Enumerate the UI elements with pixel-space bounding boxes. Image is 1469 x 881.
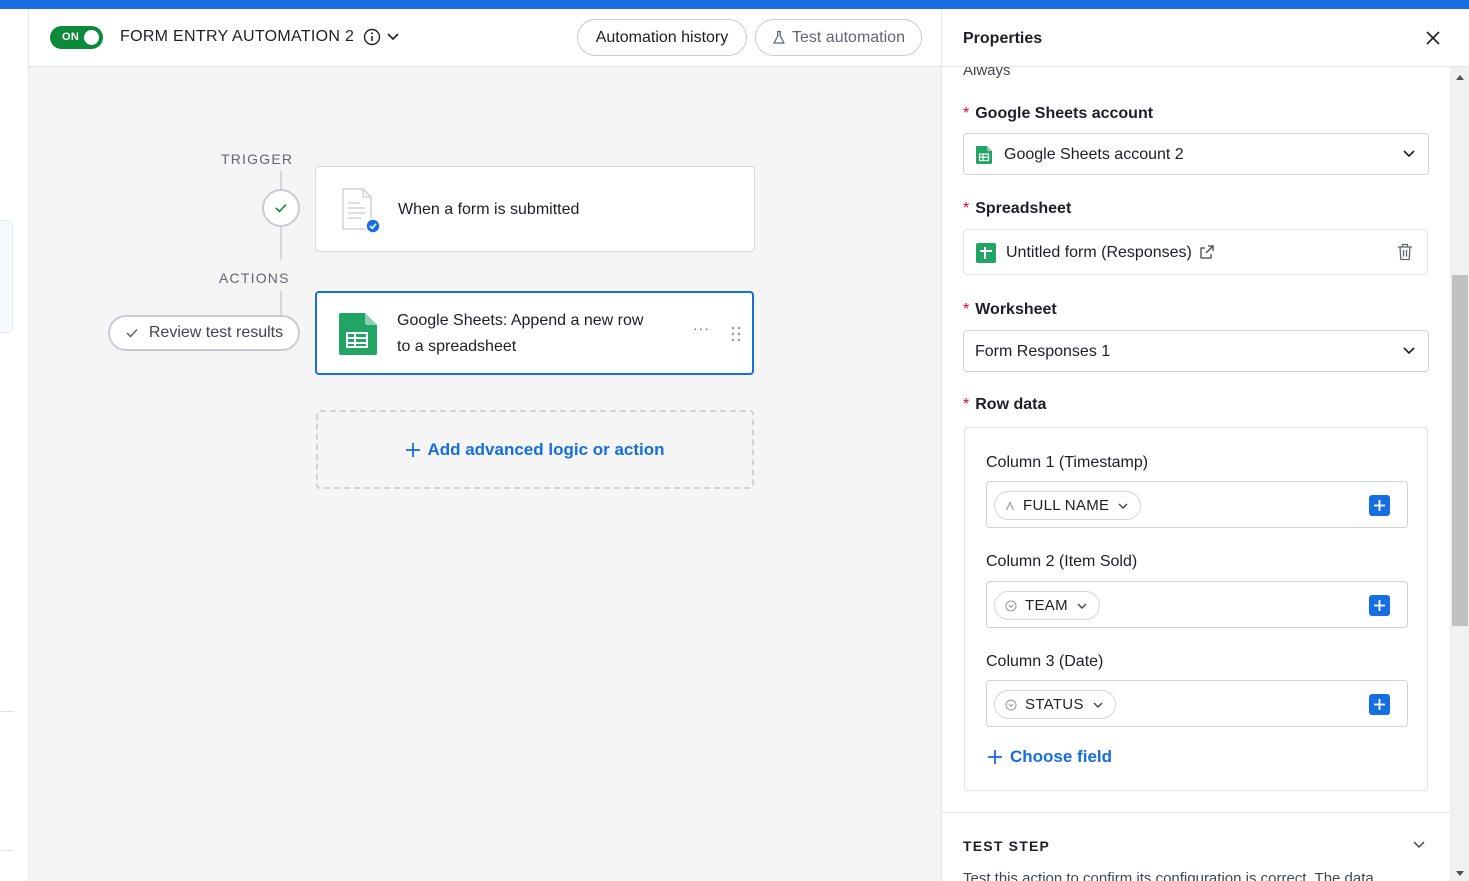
row-data-label: * Row data [963, 396, 1047, 413]
column-label: Column 3 (Date) [986, 653, 1104, 670]
test-step-section[interactable]: TEST STEP Test this action to confirm it… [942, 812, 1450, 881]
column-mapping-field[interactable]: STATUS [986, 680, 1408, 727]
insert-field-button[interactable] [1369, 495, 1390, 516]
rail-divider [0, 711, 14, 712]
add-advanced-logic-button[interactable]: Add advanced logic or action [316, 410, 754, 489]
automation-history-label: Automation history [595, 28, 729, 46]
worksheet-label: * Worksheet [963, 301, 1057, 318]
close-icon[interactable] [1424, 29, 1442, 47]
properties-panel: Always * Google Sheets account Google She… [941, 9, 1469, 881]
action-card-title-line1: Google Sheets: Append a new row [397, 312, 644, 329]
left-rail [0, 9, 29, 881]
toggle-knob [84, 30, 99, 45]
choose-field-button[interactable]: Choose field [987, 747, 1112, 767]
toggle-label: ON [62, 31, 80, 43]
column-label: Column 1 (Timestamp) [986, 454, 1149, 471]
form-submitted-icon [342, 188, 381, 234]
scroll-down-arrow-icon[interactable] [1456, 871, 1464, 876]
text-field-icon [1005, 500, 1015, 510]
properties-header: Properties [942, 9, 1469, 67]
plus-icon [988, 750, 1002, 764]
drag-handle-icon[interactable] [731, 326, 741, 342]
action-card-title-line2: to a spreadsheet [397, 338, 517, 355]
single-select-icon [1005, 599, 1017, 612]
google-sheets-account-value: Google Sheets account 2 [1004, 146, 1184, 163]
scroll-up-arrow-icon[interactable] [1456, 75, 1464, 80]
top-accent-bar [0, 0, 1469, 9]
spreadsheet-label: * Spreadsheet [963, 200, 1072, 217]
google-sheets-account-select[interactable]: Google Sheets account 2 [963, 133, 1429, 175]
insert-field-button[interactable] [1369, 694, 1390, 715]
google-sheets-icon [976, 146, 992, 164]
single-select-icon [1005, 698, 1017, 711]
action-card[interactable]: Google Sheets: Append a new row to a spr… [315, 291, 754, 375]
flow-connector [280, 291, 282, 315]
trigger-section-label: TRIGGER [221, 151, 294, 167]
plus-icon [1374, 600, 1385, 611]
spreadsheet-value[interactable]: Untitled form (Responses) [1006, 244, 1192, 262]
plus-icon [1374, 699, 1385, 710]
insert-field-button[interactable] [1369, 595, 1390, 616]
worksheet-select[interactable]: Form Responses 1 [963, 330, 1429, 372]
chevron-down-icon [1077, 603, 1087, 609]
field-token[interactable]: STATUS [994, 690, 1116, 719]
google-sheets-account-label: * Google Sheets account [963, 105, 1154, 122]
row-data-box: Column 1 (Timestamp) FULL NAME Column 2 … [964, 427, 1428, 791]
plus-icon [406, 442, 421, 457]
chevron-down-icon[interactable] [1412, 839, 1426, 851]
info-icon[interactable] [363, 28, 381, 46]
google-sheets-icon [339, 313, 377, 355]
trigger-status-check [262, 189, 300, 227]
automation-history-button[interactable]: Automation history [577, 19, 747, 56]
chevron-down-icon [1093, 702, 1103, 708]
chevron-down-icon[interactable] [386, 31, 400, 43]
review-test-results-button[interactable]: Review test results [108, 315, 300, 351]
field-token[interactable]: TEAM [994, 591, 1100, 620]
test-automation-label: Test automation [792, 28, 905, 46]
automation-header: ON FORM ENTRY AUTOMATION 2 Automation hi… [29, 9, 941, 67]
check-icon [126, 328, 138, 338]
review-test-results-label: Review test results [148, 324, 284, 341]
automation-title[interactable]: FORM ENTRY AUTOMATION 2 [120, 28, 354, 46]
chevron-down-icon [1118, 503, 1128, 509]
field-token[interactable]: FULL NAME [994, 491, 1142, 520]
flow-connector [280, 171, 282, 189]
google-sheets-icon [976, 243, 996, 263]
worksheet-value: Form Responses 1 [975, 343, 1111, 360]
plus-icon [1374, 500, 1385, 511]
check-icon [275, 203, 287, 213]
add-advanced-logic-label: Add advanced logic or action [427, 439, 665, 459]
trigger-card-title: When a form is submitted [398, 201, 580, 218]
test-step-description: Test this action to confirm its configur… [963, 870, 1374, 881]
column-mapping-field[interactable]: TEAM [986, 581, 1408, 628]
choose-field-label: Choose field [1010, 747, 1113, 766]
flow-connector [280, 227, 282, 260]
test-step-title: TEST STEP [963, 838, 1051, 854]
rail-divider [0, 850, 14, 851]
panel-scrollbar-thumb[interactable] [1452, 275, 1468, 626]
field-token-label: STATUS [1025, 696, 1084, 713]
column-mapping-field[interactable]: FULL NAME [986, 481, 1408, 528]
chevron-down-icon [1403, 150, 1415, 158]
field-token-label: FULL NAME [1023, 497, 1110, 514]
chevron-down-icon [1403, 347, 1415, 355]
field-token-label: TEAM [1025, 597, 1068, 614]
spreadsheet-field[interactable]: Untitled form (Responses) [963, 229, 1428, 275]
test-automation-button[interactable]: Test automation [755, 19, 922, 56]
trash-icon[interactable] [1397, 243, 1413, 261]
column-label: Column 2 (Item Sold) [986, 553, 1138, 570]
properties-title: Properties [963, 30, 1043, 47]
actions-section-label: ACTIONS [219, 270, 290, 286]
trigger-card[interactable]: When a form is submitted [315, 166, 755, 252]
rail-tab[interactable] [0, 220, 13, 333]
automation-on-toggle[interactable]: ON [50, 26, 103, 49]
flask-icon [773, 30, 785, 44]
workflow-canvas: TRIGGER ACTIONS Review test results When… [29, 67, 941, 881]
more-options-icon[interactable]: ··· [693, 320, 710, 336]
external-link-icon[interactable] [1199, 244, 1215, 260]
